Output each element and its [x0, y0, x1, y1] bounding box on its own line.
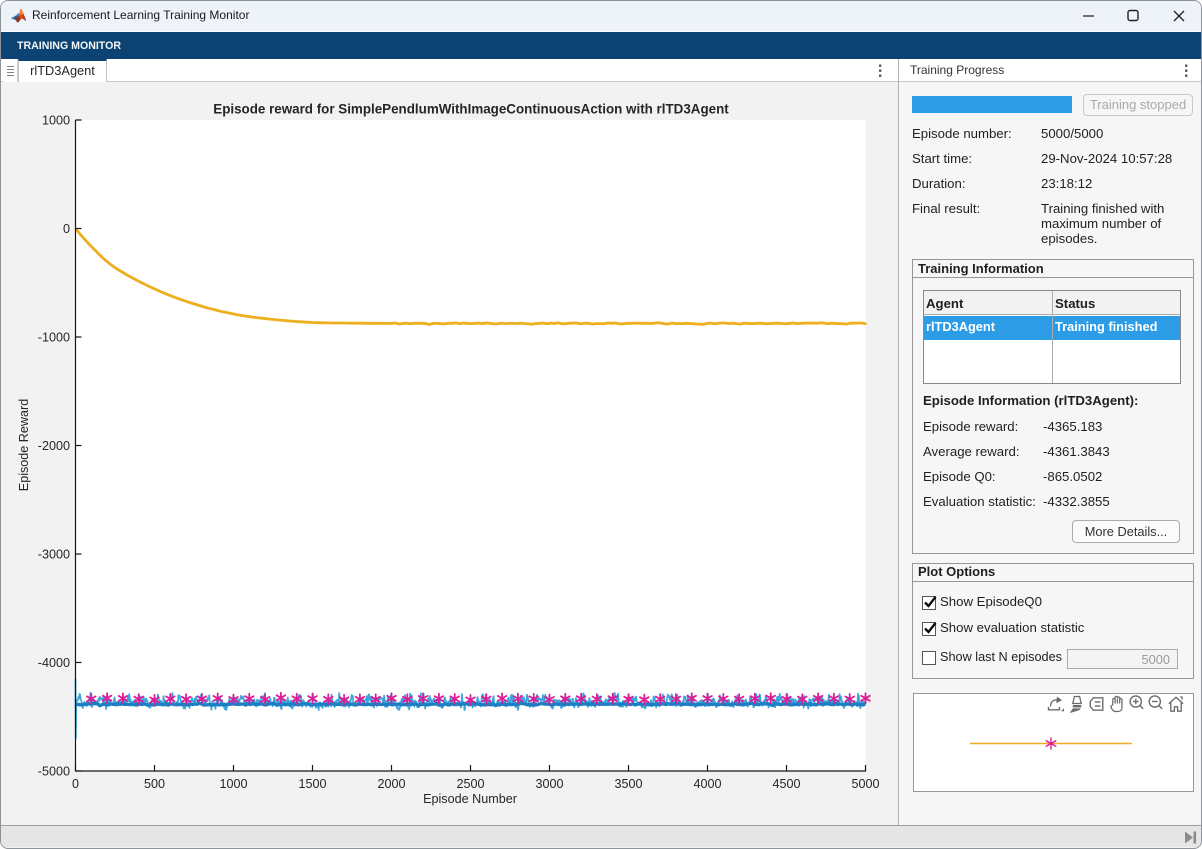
svg-text:Episode Reward: Episode Reward	[17, 399, 31, 491]
svg-text:1500: 1500	[298, 777, 326, 791]
svg-text:1000: 1000	[219, 777, 247, 791]
svg-text:0: 0	[72, 777, 79, 791]
svg-text:-1000: -1000	[38, 331, 70, 345]
svg-text:Episode reward for SimplePendl: Episode reward for SimplePendlumWithImag…	[213, 102, 729, 117]
svg-text:4500: 4500	[772, 777, 800, 791]
svg-text:Episode Number: Episode Number	[423, 792, 517, 806]
svg-text:3000: 3000	[535, 777, 563, 791]
svg-text:-2000: -2000	[38, 439, 70, 453]
svg-text:0: 0	[63, 222, 70, 236]
svg-text:5000: 5000	[851, 777, 879, 791]
svg-text:3500: 3500	[614, 777, 642, 791]
svg-text:-5000: -5000	[38, 765, 70, 779]
svg-text:-4000: -4000	[38, 656, 70, 670]
svg-text:-3000: -3000	[38, 548, 70, 562]
svg-text:2000: 2000	[377, 777, 405, 791]
svg-text:1000: 1000	[42, 114, 70, 128]
svg-text:2500: 2500	[456, 777, 484, 791]
svg-text:500: 500	[144, 777, 165, 791]
svg-text:4000: 4000	[693, 777, 721, 791]
